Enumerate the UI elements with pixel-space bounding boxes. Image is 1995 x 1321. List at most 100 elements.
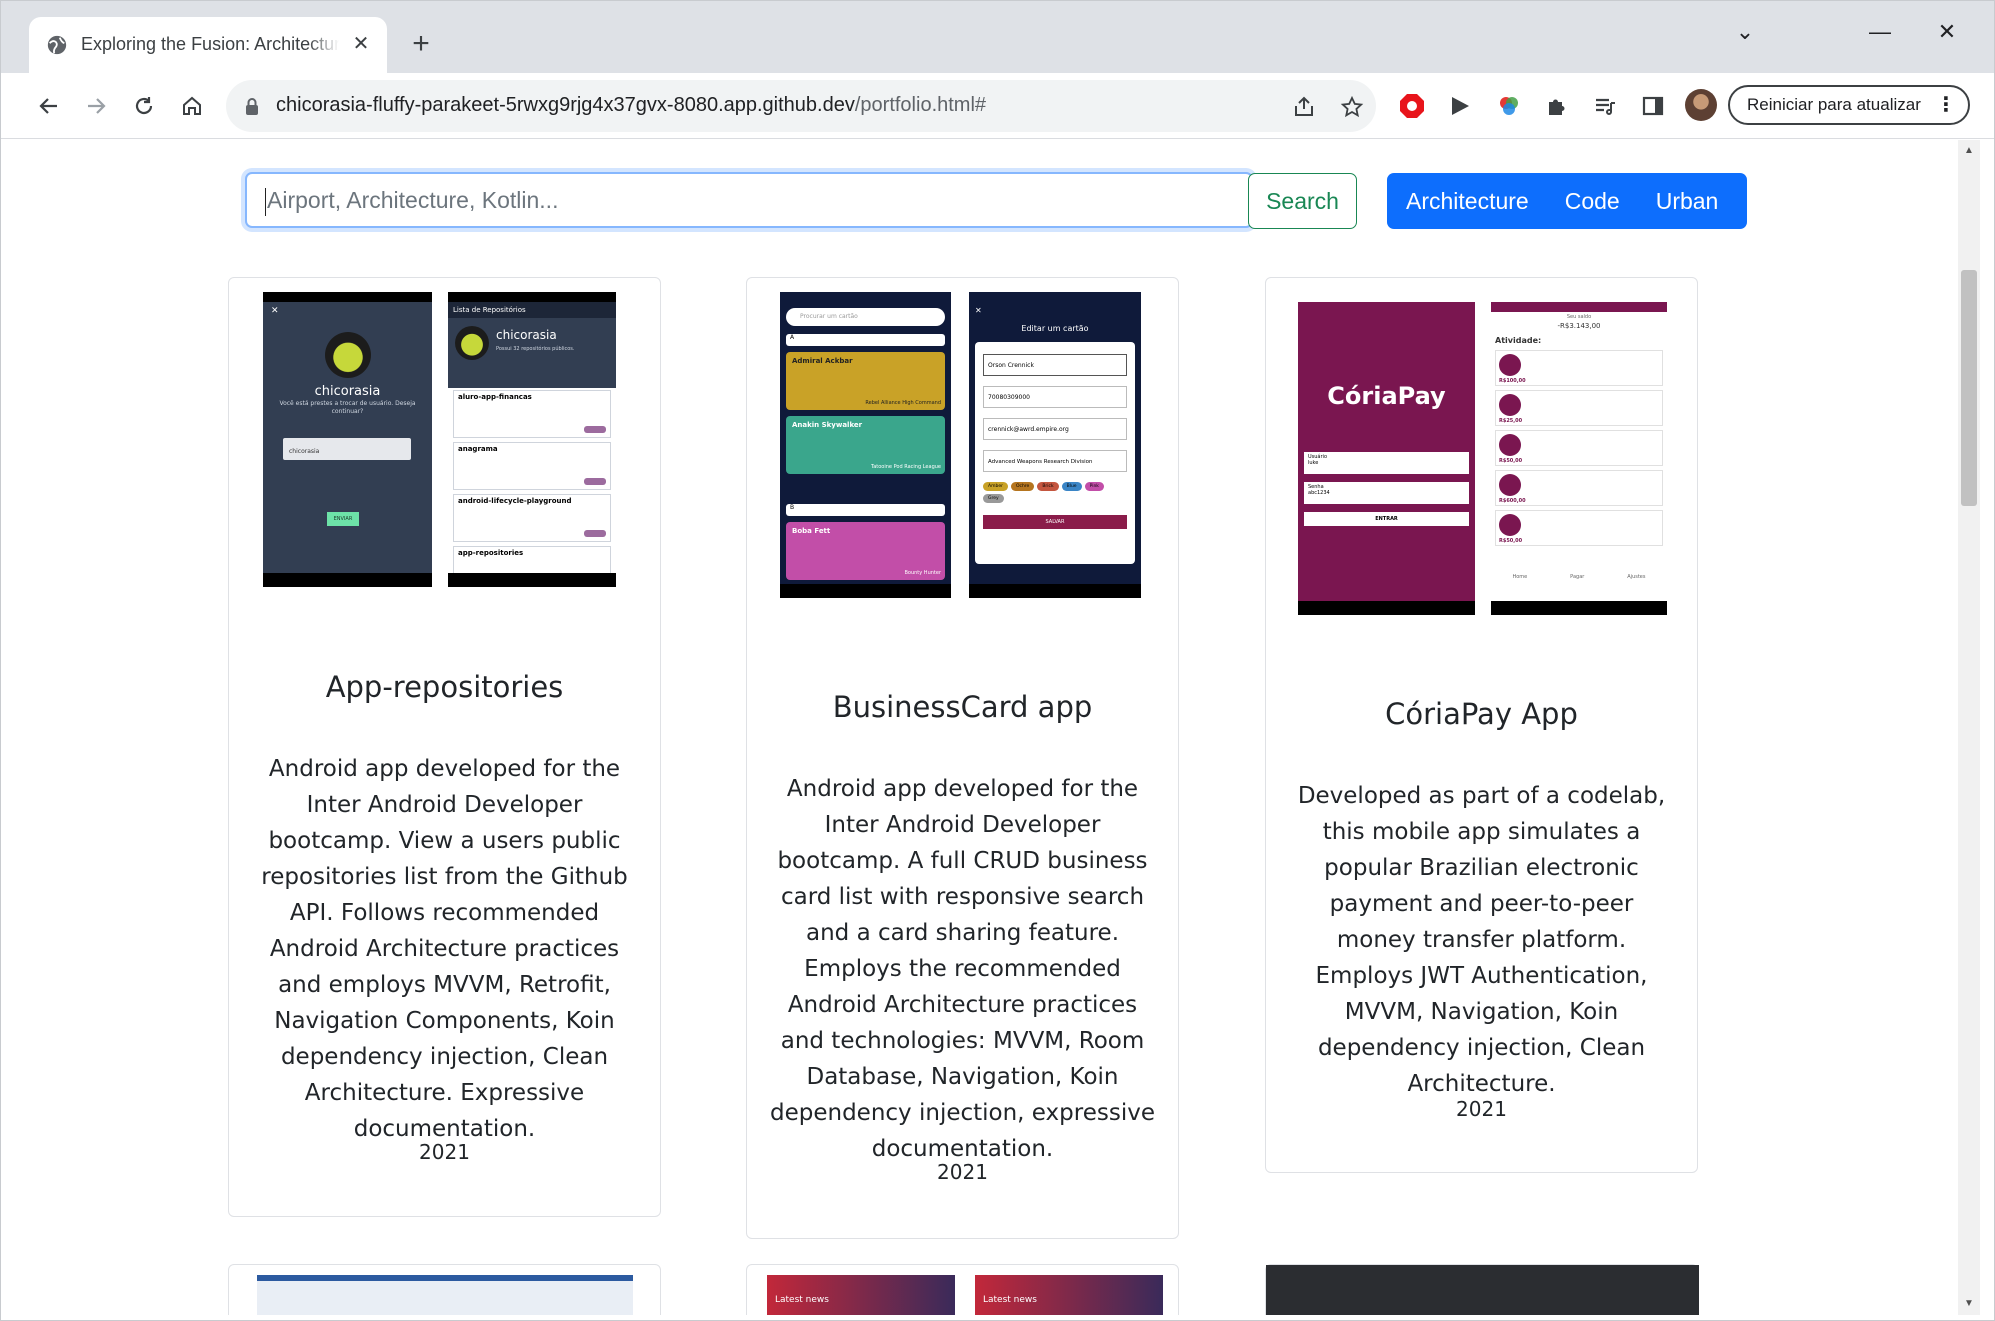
project-screenshot-coriapay-home: Seu saldo -R$3.143,00 Atividade: R$100,0… (1491, 302, 1667, 615)
project-screenshot-card-list: Procurar um cartão A Admiral Ackbar Rebel… (780, 292, 951, 598)
business-card-name: Anakin Skywalker (792, 421, 863, 429)
play-extension-icon[interactable] (1445, 91, 1475, 121)
project-card[interactable]: CóriaPay Usuário luke Senha abc1234 ENTRAR… (1265, 277, 1698, 1173)
news-screenshot-label: Latest news (975, 1275, 1163, 1315)
tag-urban[interactable]: Urban (1638, 173, 1737, 229)
coriapay-brand: CóriaPay (1327, 382, 1446, 410)
scroll-thumb[interactable] (1961, 270, 1977, 506)
bottom-tab: Pagar (1570, 574, 1585, 580)
tx-amount: R$50,00 (1499, 538, 1523, 544)
project-card[interactable]: Latest news Latest news (746, 1264, 1179, 1315)
search-input[interactable]: Airport, Architecture, Kotlin... (245, 172, 1253, 228)
globe-icon (47, 35, 67, 55)
business-card-company: Tatooine Pod Racing League (870, 464, 941, 470)
coriapay-login-button: ENTRAR (1304, 512, 1469, 526)
login-send-button: ENVIAR (327, 512, 359, 526)
business-card-name: Boba Fett (792, 527, 831, 535)
project-year: 2021 (1456, 1097, 1507, 1121)
color-chip: Blue (1061, 482, 1082, 491)
project-screenshot-login: ✕ chicorasia Você está prestes a trocar … (263, 292, 432, 587)
scroll-down-icon[interactable]: ▼ (1958, 1295, 1980, 1313)
repo-list-header: Lista de Repositórios (448, 302, 616, 318)
tag-filter-group: Architecture Code Urban (1387, 173, 1747, 229)
restart-update-button[interactable]: Reiniciar para atualizar ⋮ (1728, 85, 1970, 125)
browser-window: Exploring the Fusion: Architecture, Code… (0, 0, 1995, 1321)
login-field-value: chicorasia (289, 448, 320, 455)
color-chip: Ochre (1010, 482, 1035, 491)
menu-kebab-icon[interactable]: ⋮ (1936, 87, 1956, 123)
page-viewport: Airport, Architecture, Kotlin... Search … (15, 140, 1965, 1315)
color-extension-icon[interactable] (1494, 91, 1524, 121)
project-description: Android app developed for the Inter Andr… (770, 776, 1155, 1162)
edit-card-title: Editar um cartão (1021, 324, 1089, 333)
side-panel-icon[interactable] (1638, 91, 1668, 121)
project-card[interactable] (1265, 1264, 1699, 1315)
close-window-icon[interactable]: ✕ (1929, 15, 1965, 49)
url-text: chicorasia-fluffy-parakeet-5rwxg9rjg4x37… (276, 94, 987, 116)
tab-search-icon[interactable]: ⌄ (1727, 15, 1763, 49)
tag-architecture[interactable]: Architecture (1387, 173, 1547, 229)
pass-value: abc1234 (1308, 490, 1330, 496)
text-caret (265, 187, 266, 216)
share-icon[interactable] (1290, 93, 1318, 121)
project-title: BusinessCard app (832, 690, 1093, 724)
project-description: Android app developed for the Inter Andr… (261, 756, 628, 1142)
profile-name: chicorasia (496, 328, 557, 342)
address-bar[interactable]: chicorasia-fluffy-parakeet-5rwxg9rjg4x37… (226, 80, 1376, 132)
project-screenshot-card-edit: ✕ Editar um cartão Orson Crennick 700803… (969, 292, 1141, 598)
search-button[interactable]: Search (1248, 173, 1357, 229)
edit-field: crennick@awrd.empire.org (983, 418, 1127, 440)
maximize-icon[interactable] (1861, 15, 1897, 49)
activity-label: Atividade: (1495, 336, 1542, 345)
color-chip: Brick (1037, 482, 1059, 491)
balance-value: -R$3.143,00 (1557, 322, 1601, 330)
project-title: CóriaPay App (1385, 697, 1578, 731)
tx-amount: R$100,00 (1499, 378, 1526, 384)
business-card-company: Bounty Hunter (904, 570, 941, 576)
forward-icon[interactable] (75, 85, 117, 127)
repo-item: anagrama (458, 445, 498, 453)
puzzle-extensions-icon[interactable] (1542, 91, 1572, 121)
tab-strip: Exploring the Fusion: Architecture, Code… (1, 1, 1994, 73)
color-chip: Amber (983, 482, 1008, 491)
browser-tab[interactable]: Exploring the Fusion: Architecture, Code… (29, 17, 387, 73)
lock-icon (246, 98, 258, 115)
profile-avatar[interactable] (1685, 89, 1717, 121)
save-card-button: SALVAR (983, 515, 1127, 529)
adblock-extension-icon[interactable] (1397, 91, 1427, 121)
page-scrollbar[interactable]: ▲ ▼ (1958, 140, 1980, 1315)
edit-field: Orson Crennick (983, 354, 1127, 376)
edit-field: Advanced Weapons Research Division (983, 450, 1127, 472)
balance-label: Seu saldo (1566, 314, 1592, 320)
back-icon[interactable] (28, 85, 70, 127)
new-tab-icon[interactable]: + (405, 29, 437, 61)
bottom-tab: Home (1512, 574, 1528, 580)
scroll-up-icon[interactable]: ▲ (1958, 142, 1980, 160)
tx-amount: R$50,00 (1499, 458, 1523, 464)
repo-item: app-repositories (458, 549, 524, 557)
project-card[interactable] (228, 1264, 661, 1315)
project-card[interactable]: Procurar um cartão A Admiral Ackbar Rebel… (746, 277, 1179, 1239)
user-value: luke (1308, 460, 1319, 466)
project-screenshot-repo-list: Lista de Repositórios chicorasia Possui … (448, 292, 616, 587)
tx-amount: R$600,00 (1499, 498, 1526, 504)
business-card-company: Rebel Alliance High Command (865, 400, 941, 406)
project-card[interactable]: ✕ chicorasia Você está prestes a trocar … (228, 277, 661, 1217)
star-icon[interactable] (1338, 93, 1366, 121)
business-card-name: Admiral Ackbar (792, 357, 853, 365)
project-description: Developed as part of a codelab, this mob… (1297, 783, 1666, 1097)
tag-code[interactable]: Code (1547, 173, 1638, 229)
home-icon[interactable] (171, 85, 213, 127)
repo-item: aluro-app-financas (458, 393, 532, 401)
media-queue-icon[interactable] (1590, 91, 1620, 121)
tx-amount: R$25,00 (1499, 418, 1523, 424)
repo-item: android-lifecycle-playground (458, 497, 572, 505)
login-prompt: Você está prestes a trocar de usuário. D… (279, 400, 416, 415)
reload-icon[interactable] (123, 85, 165, 127)
project-screenshot (1266, 1265, 1699, 1315)
bottom-tab: Ajustes (1627, 574, 1646, 580)
project-screenshot (257, 1275, 633, 1315)
tab-close-icon[interactable]: ✕ (349, 32, 373, 56)
profile-subtitle: Possui 32 repositórios públicos. (496, 346, 575, 352)
project-year: 2021 (937, 1160, 988, 1184)
